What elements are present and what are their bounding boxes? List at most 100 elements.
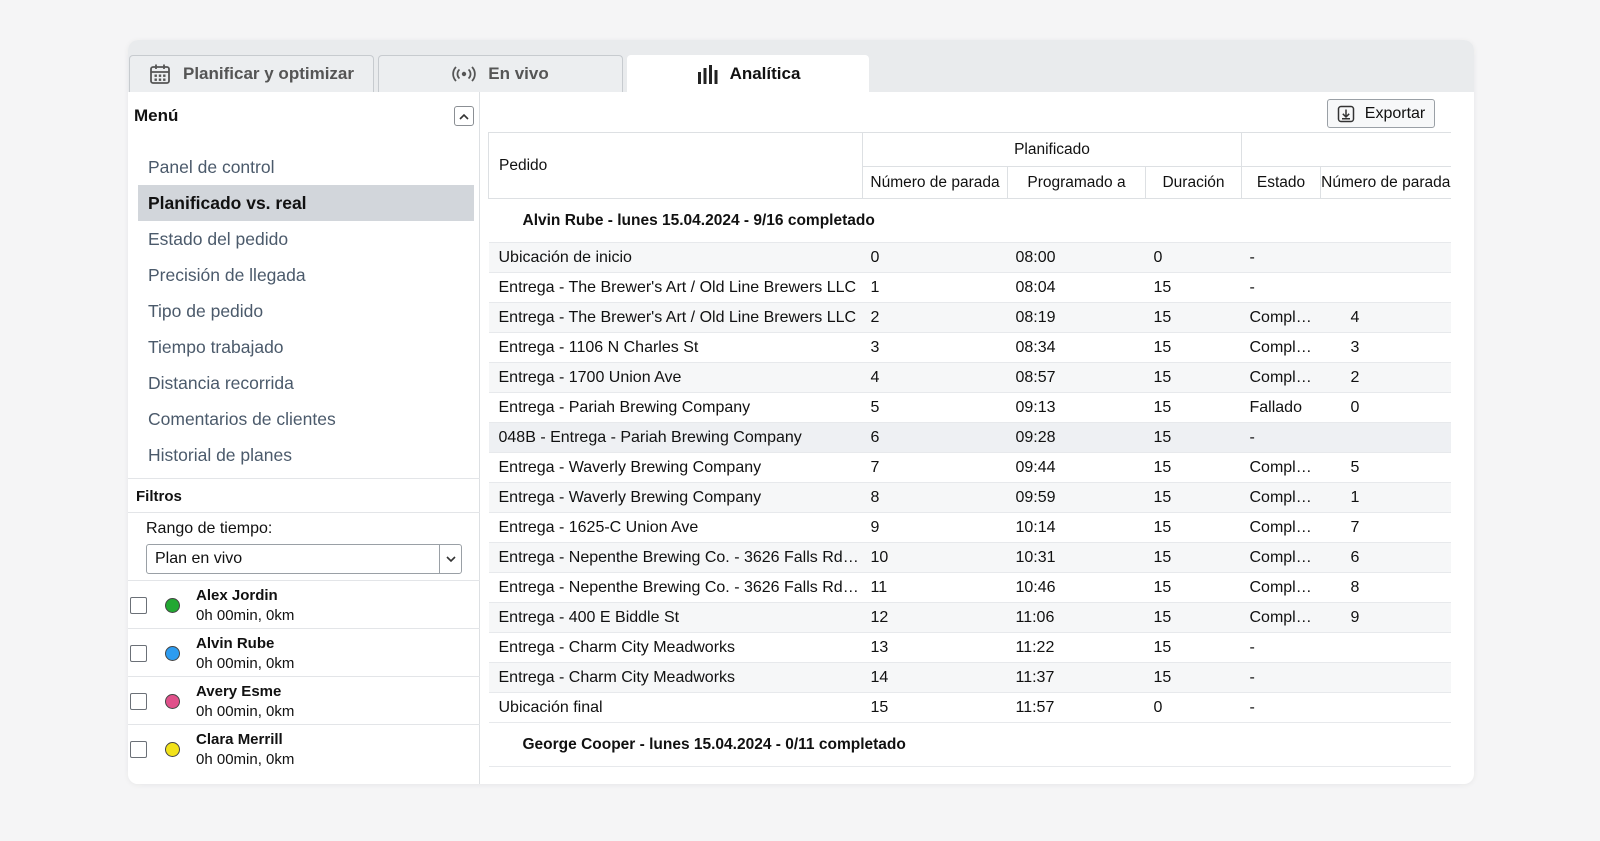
- table-row[interactable]: Entrega - The Brewer's Art / Old Line Br…: [488, 302, 1451, 333]
- cell-duracion: 15: [1145, 662, 1242, 693]
- cell-estado: -: [1241, 632, 1321, 663]
- table-row[interactable]: Entrega - The Brewer's Art / Old Line Br…: [488, 272, 1451, 303]
- cell-numero-de-parada-real: [1320, 242, 1451, 273]
- sidebar-item-planificado-vs-real[interactable]: Planificado vs. real: [138, 185, 474, 221]
- collapse-menu-button[interactable]: [454, 106, 474, 126]
- cell-numero-de-parada: 3: [862, 332, 1008, 363]
- cell-duracion: 15: [1145, 602, 1242, 633]
- table-row[interactable]: Ubicación final 15 11:57 0-: [488, 692, 1451, 723]
- cell-duracion: 15: [1145, 362, 1242, 393]
- table-row[interactable]: Entrega - 400 E Biddle St 12 11:06 15 Comple…: [488, 602, 1451, 633]
- filters-title: Filtros: [136, 488, 182, 505]
- driver-checkbox[interactable]: [130, 645, 147, 662]
- cell-programado-a: 09:59: [1007, 482, 1146, 513]
- cell-pedido: Entrega - Charm City Meadworks: [488, 632, 863, 663]
- cell-estado: Completado: [1241, 302, 1321, 333]
- table-row[interactable]: Entrega - Nepenthe Brewing Co. - 3626 Fa…: [488, 542, 1451, 573]
- driver-stat: 0h 00min, 0km: [196, 655, 295, 672]
- driver-checkbox[interactable]: [130, 693, 147, 710]
- cell-duracion: 15: [1145, 452, 1242, 483]
- sidebar-item-precision-de-llegada[interactable]: Precisión de llegada: [138, 257, 474, 293]
- column-header-pedido[interactable]: Pedido: [488, 132, 863, 199]
- tab-label: Analítica: [729, 64, 801, 83]
- group-row: George Cooper - lunes 15.04.2024 - 0/11 …: [488, 722, 1451, 767]
- cell-duracion: 15: [1145, 392, 1242, 423]
- table-row[interactable]: Entrega - Charm City Meadworks 14 11:37 15-: [488, 662, 1451, 693]
- column-header-programado-a[interactable]: Programado a: [1007, 166, 1146, 199]
- table-row[interactable]: Entrega - 1106 N Charles St 3 08:34 15 Compl…: [488, 332, 1451, 363]
- sidebar-item-distancia-recorrida[interactable]: Distancia recorrida: [138, 365, 474, 401]
- cell-numero-de-parada: 4: [862, 362, 1008, 393]
- cell-numero-de-parada-real: 2: [1320, 362, 1451, 393]
- cell-numero-de-parada-real: 6: [1320, 542, 1451, 573]
- sidebar-item-historial-de-planes[interactable]: Historial de planes: [138, 437, 474, 473]
- table-row[interactable]: Ubicación de inicio 0 08:00 0-: [488, 242, 1451, 273]
- driver-stat: 0h 00min, 0km: [196, 751, 295, 768]
- chevron-up-icon: [459, 113, 469, 120]
- cell-pedido: Entrega - 1700 Union Ave: [488, 362, 863, 393]
- time-range-value: Plan en vivo: [155, 550, 243, 567]
- export-button[interactable]: Exportar: [1327, 99, 1435, 128]
- cell-numero-de-parada-real: 5: [1320, 452, 1451, 483]
- driver-item: Clara Merrill 0h 00min, 0km: [128, 724, 480, 772]
- column-group-planificado: Planificado: [862, 132, 1242, 167]
- data-grid: Pedido Planificado Número de parada Prog…: [480, 132, 1474, 784]
- tab-analitica[interactable]: Analítica: [627, 55, 869, 92]
- table-row[interactable]: Entrega - Waverly Brewing Company 7 09:44 1…: [488, 452, 1451, 483]
- cell-estado: Completado: [1241, 602, 1321, 633]
- cell-pedido: Entrega - Pariah Brewing Company: [488, 392, 863, 423]
- table-row[interactable]: Entrega - Pariah Brewing Company 5 09:13 15…: [488, 392, 1451, 423]
- table-row[interactable]: Entrega - 1700 Union Ave 4 08:57 15 Completa…: [488, 362, 1451, 393]
- column-header-estado[interactable]: Estado: [1241, 166, 1321, 199]
- table-row[interactable]: 048B - Entrega - Pariah Brewing Company 6…: [488, 422, 1451, 453]
- cell-programado-a: 11:57: [1007, 692, 1146, 723]
- time-range-select[interactable]: Plan en vivo: [146, 544, 462, 574]
- driver-name: Alvin Rube: [196, 635, 275, 652]
- driver-color-dot: [165, 646, 180, 661]
- cell-pedido: 048B - Entrega - Pariah Brewing Company: [488, 422, 863, 453]
- tab-planificar[interactable]: Planificar y optimizar: [129, 55, 374, 92]
- tab-en-vivo[interactable]: En vivo: [378, 55, 623, 92]
- column-header-duracion[interactable]: Duración: [1145, 166, 1242, 199]
- tab-bar: Planificar y optimizar En vivo Analítica: [128, 40, 1474, 92]
- table-row[interactable]: Entrega - Charm City Meadworks 13 11:22 15-: [488, 632, 1451, 663]
- cell-numero-de-parada: 15: [862, 692, 1008, 723]
- tab-label: Planificar y optimizar: [183, 64, 354, 83]
- cell-pedido: Ubicación de inicio: [488, 242, 863, 273]
- cell-pedido: Entrega - 1625-C Union Ave: [488, 512, 863, 543]
- table-row[interactable]: Entrega - 1625-C Union Ave 9 10:14 15 Comple…: [488, 512, 1451, 543]
- cell-programado-a: 08:19: [1007, 302, 1146, 333]
- cell-numero-de-parada-real: 7: [1320, 512, 1451, 543]
- download-icon: [1337, 105, 1355, 122]
- cell-programado-a: 11:22: [1007, 632, 1146, 663]
- cell-estado: -: [1241, 662, 1321, 693]
- sidebar-item-panel-de-control[interactable]: Panel de control: [138, 149, 474, 185]
- tab-label: En vivo: [488, 64, 549, 83]
- cell-numero-de-parada-real: 4: [1320, 302, 1451, 333]
- sidebar-item-tiempo-trabajado[interactable]: Tiempo trabajado: [138, 329, 474, 365]
- sidebar: Menú Panel de control Planificado vs. re…: [128, 92, 480, 784]
- sidebar-item-estado-del-pedido[interactable]: Estado del pedido: [138, 221, 474, 257]
- cell-pedido: Entrega - Nepenthe Brewing Co. - 3626 Fa…: [488, 572, 863, 603]
- export-label: Exportar: [1364, 104, 1426, 122]
- cell-duracion: 15: [1145, 512, 1242, 543]
- column-header-numero-de-parada[interactable]: Número de parada: [862, 166, 1008, 199]
- table-row[interactable]: Entrega - Nepenthe Brewing Co. - 3626 Fa…: [488, 572, 1451, 603]
- cell-numero-de-parada-real: [1320, 272, 1451, 303]
- cell-numero-de-parada-real: [1320, 692, 1451, 723]
- cell-numero-de-parada: 1: [862, 272, 1008, 303]
- driver-checkbox[interactable]: [130, 597, 147, 614]
- sidebar-item-comentarios-de-clientes[interactable]: Comentarios de clientes: [138, 401, 474, 437]
- driver-checkbox[interactable]: [130, 741, 147, 758]
- cell-programado-a: 08:57: [1007, 362, 1146, 393]
- cell-numero-de-parada: 7: [862, 452, 1008, 483]
- cell-pedido: Ubicación final: [488, 692, 863, 723]
- cell-estado: -: [1241, 242, 1321, 273]
- cell-programado-a: 08:00: [1007, 242, 1146, 273]
- table-row[interactable]: Entrega - Waverly Brewing Company 8 09:59 1…: [488, 482, 1451, 513]
- cell-programado-a: 11:37: [1007, 662, 1146, 693]
- column-header-numero-de-parada-real[interactable]: Número de parada: [1320, 166, 1451, 199]
- cell-numero-de-parada-real: [1320, 422, 1451, 453]
- sidebar-nav: Panel de control Planificado vs. real Es…: [138, 149, 474, 473]
- sidebar-item-tipo-de-pedido[interactable]: Tipo de pedido: [138, 293, 474, 329]
